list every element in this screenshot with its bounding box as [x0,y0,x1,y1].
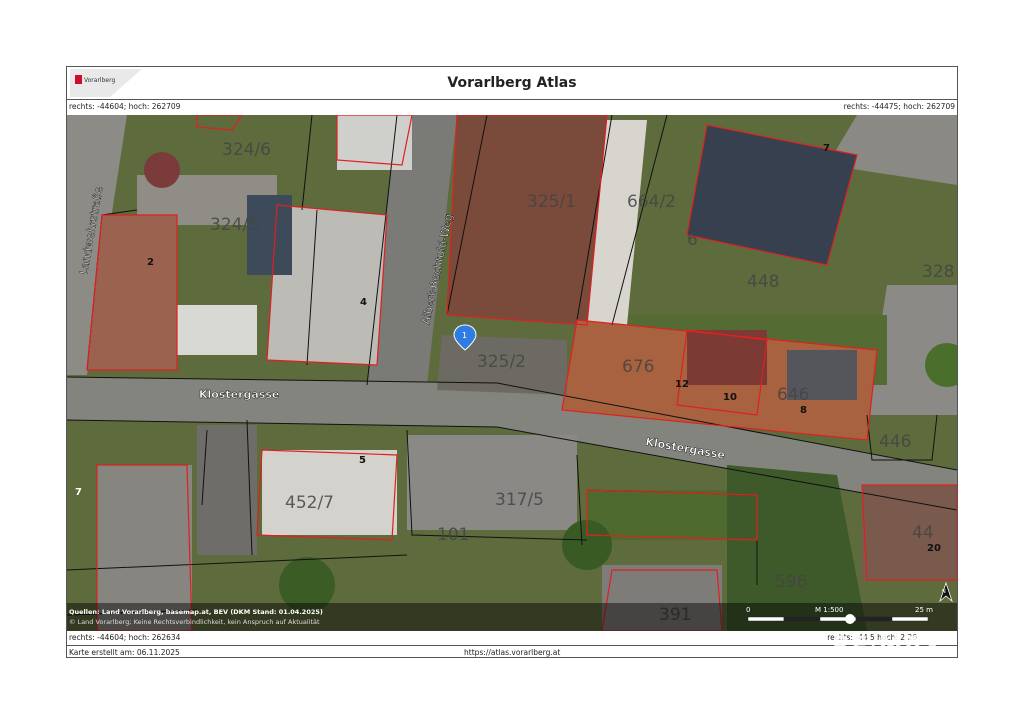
north-label: N [942,589,946,595]
building-2 [87,215,177,370]
parcel-number: 317/5 [495,490,544,510]
parcel-number: 44 [912,523,934,543]
parcel-number: 646 [777,385,809,405]
parcel-number: 446 [879,432,911,452]
house-number: 2 [147,257,154,268]
building-20 [862,485,957,580]
scale-ratio: M 1:500 [815,606,843,614]
copyright-text: © Land Vorarlberg; Keine Rechtsverbindli… [69,618,320,626]
parcel-number: 664/2 [627,192,676,212]
building-325-1 [447,115,607,325]
aerial-map[interactable]: Landwehrstraße Albert-Bechtold-Weg Klost… [67,115,957,631]
house-number: 8 [800,405,807,416]
parcel-number: 448 [747,272,779,292]
scale-end: 25 m [915,606,933,614]
parcel-number: 325/2 [477,352,526,372]
coord-row-bottom: rechts: -44604; hoch: 262634 rechts: -44… [67,631,957,645]
parking-lot [407,435,577,530]
house-number: 12 [675,379,689,390]
parcel-number: 325/1 [527,192,576,212]
location-marker-label: 1 [462,331,467,340]
house-number: 20 [927,543,941,554]
building [337,115,412,170]
coord-bottom-left: rechts: -44604; hoch: 262634 [69,633,181,642]
parcel-number: 328 [922,262,954,282]
coord-top-right: rechts: -44475; hoch: 262709 [843,102,955,111]
parcel-number: 6 [687,230,698,250]
coord-top-left: rechts: -44604; hoch: 262709 [69,102,181,111]
footer: Karte erstellt am: 06.11.2025 https://at… [67,645,957,658]
scale-slider-handle [845,614,855,624]
scale-start: 0 [746,606,750,614]
page-title: Vorarlberg Atlas [447,75,577,91]
parcel-number: 676 [622,357,654,377]
source-text: Quellen: Land Vorarlberg, basemap.at, BE… [69,608,323,616]
house-number: 4 [360,297,367,308]
parcel-number: 101 [437,525,469,545]
remax-watermark: RE/MAX [832,631,943,659]
atlas-url[interactable]: https://atlas.vorarlberg.at [464,648,560,657]
house-number: 7 [823,143,830,154]
parcel-number: 324/6 [222,140,271,160]
house-number: 10 [723,392,737,403]
created-date: Karte erstellt am: 06.11.2025 [69,648,180,657]
map-sheet: Vorarlberg Vorarlberg Atlas rechts: -446… [66,66,958,658]
house-number: 5 [359,455,366,466]
coord-row-top: rechts: -44604; hoch: 262709 rechts: -44… [67,100,957,114]
parcel-number: 324/5 [210,215,259,235]
title-bar: Vorarlberg Vorarlberg Atlas [67,67,957,100]
street-label-klostergasse: Klostergasse [199,388,279,401]
house-number: 7 [75,487,82,498]
parcel-number: 596 [775,572,807,592]
parcel-number: 452/7 [285,493,334,513]
